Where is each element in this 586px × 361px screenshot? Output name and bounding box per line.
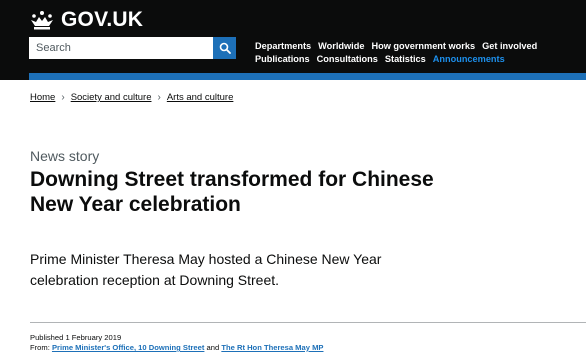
breadcrumb-arts-and-culture[interactable]: Arts and culture xyxy=(167,92,234,103)
nav-announcements[interactable]: Announcements xyxy=(433,53,505,66)
search-form xyxy=(29,37,236,59)
govuk-logo-link[interactable]: GOV.UK xyxy=(29,8,143,32)
breadcrumb: Home › Society and culture › Arts and cu… xyxy=(30,92,233,103)
org-link-theresa-may[interactable]: The Rt Hon Theresa May MP xyxy=(221,343,323,352)
nav-row: Departments Worldwide How government wor… xyxy=(255,40,537,53)
crown-icon xyxy=(31,11,53,30)
divider xyxy=(30,322,586,323)
nav-consultations[interactable]: Consultations xyxy=(317,53,378,66)
search-button[interactable] xyxy=(213,37,236,59)
from-joiner: and xyxy=(206,343,220,352)
nav-statistics[interactable]: Statistics xyxy=(385,53,426,66)
from-line: From: Prime Minister's Office, 10 Downin… xyxy=(30,343,323,353)
nav-departments[interactable]: Departments xyxy=(255,40,311,53)
page-title: Downing Street transformed for Chinese N… xyxy=(30,168,434,216)
nav-publications[interactable]: Publications xyxy=(255,53,310,66)
org-link-prime-ministers-office[interactable]: Prime Minister's Office, 10 Downing Stre… xyxy=(52,343,204,352)
search-icon xyxy=(219,42,231,54)
search-input[interactable] xyxy=(29,37,213,59)
main-navigation: Departments Worldwide How government wor… xyxy=(255,40,537,66)
article-summary: Prime Minister Theresa May hosted a Chin… xyxy=(30,251,382,288)
logo-text: GOV.UK xyxy=(61,8,144,31)
nav-get-involved[interactable]: Get involved xyxy=(482,40,537,53)
nav-worldwide[interactable]: Worldwide xyxy=(318,40,364,53)
publication-metadata: Published 1 February 2019 From: Prime Mi… xyxy=(30,333,323,353)
published-date: Published 1 February 2019 xyxy=(30,333,122,342)
site-header: GOV.UK Departments Worldwide How governm… xyxy=(0,0,586,80)
header-accent-bar xyxy=(29,73,586,80)
breadcrumb-society-and-culture[interactable]: Society and culture xyxy=(71,92,152,103)
nav-row: Publications Consultations Statistics An… xyxy=(255,53,537,66)
content-type-caption: News story xyxy=(30,148,100,164)
chevron-right-icon: › xyxy=(157,92,161,103)
from-label: From: xyxy=(30,343,50,352)
breadcrumb-home[interactable]: Home xyxy=(30,92,55,103)
chevron-right-icon: › xyxy=(61,92,65,103)
nav-how-government-works[interactable]: How government works xyxy=(371,40,475,53)
